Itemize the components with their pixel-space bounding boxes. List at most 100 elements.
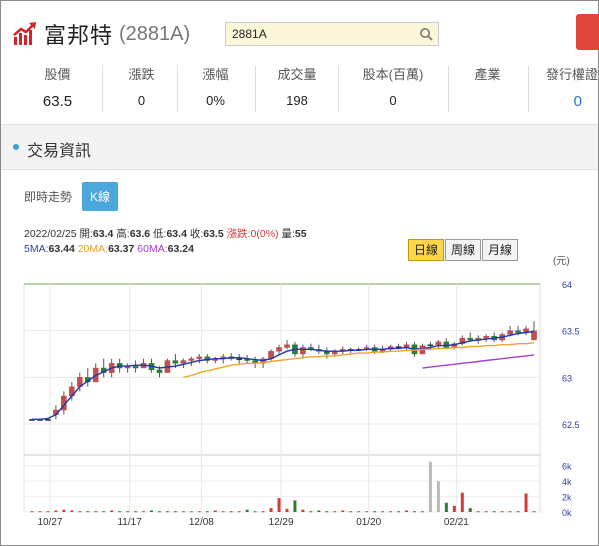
candle-body: [507, 330, 513, 335]
stats-bar: 股價 63.5 漲跌 0 漲幅 0% 成交量 198 股本(百萬) 0 產業 發…: [0, 62, 599, 118]
quote-line-2: 5MA:63.44 20MA:63.37 60MA:63.24: [24, 242, 307, 257]
period-month-button[interactable]: 月線: [482, 239, 519, 261]
divider: [255, 66, 256, 112]
section-header: 交易資訊: [1, 124, 598, 170]
quote-date: 2022/02/25: [24, 228, 77, 240]
volume-bar: [110, 510, 114, 512]
volume-bar: [213, 510, 217, 512]
plot-area: [23, 283, 541, 513]
ma20-value: 63.37: [108, 243, 135, 255]
stat-value[interactable]: 0: [546, 93, 599, 110]
x-tick-label: 02/21: [444, 517, 469, 528]
section-title: 交易資訊: [27, 143, 92, 160]
volume-bar: [500, 511, 504, 513]
volume-bar: [173, 511, 177, 513]
trend-arrow-logo-icon: [13, 22, 36, 45]
divider: [448, 66, 449, 112]
ma20-label: 20MA:: [77, 243, 109, 255]
volume-bar: [181, 511, 185, 513]
stat-industry: 產業: [450, 62, 525, 118]
volume-bar: [309, 511, 313, 513]
period-week-button[interactable]: 周線: [445, 239, 482, 261]
price-tick-label: 62.5: [562, 420, 580, 430]
volume-bar: [452, 505, 456, 512]
candle-body: [45, 419, 51, 421]
x-tick-label: 10/27: [37, 517, 62, 528]
stat-label: 產業: [474, 67, 501, 82]
ma60-value: 63.24: [167, 243, 194, 255]
divider: [528, 66, 529, 112]
volume-bar: [293, 500, 297, 512]
x-tick-label: 12/08: [189, 517, 214, 528]
candle-body: [467, 337, 474, 341]
stat-label: 股本(百萬): [362, 67, 424, 82]
volume-bar: [476, 511, 480, 513]
volume-tick-label: 6k: [562, 462, 572, 472]
close-value: 63.5: [203, 228, 224, 240]
volume-bar: [460, 492, 464, 512]
stat-value: 0: [137, 93, 146, 108]
search-input[interactable]: [226, 23, 418, 45]
tab-kline[interactable]: K線: [82, 181, 119, 211]
stock-header: 富邦特 (2881A): [12, 14, 190, 54]
volume-bar: [285, 508, 289, 512]
volume-bar: [516, 511, 520, 513]
volume-bar: [62, 509, 66, 512]
volume-bar: [157, 511, 161, 513]
volume-bar: [269, 508, 273, 512]
stat-change: 漲跌 0: [104, 62, 179, 118]
volume-bar: [492, 511, 496, 513]
volume-bar: [134, 511, 138, 513]
period-selector: 日線 周線 月線: [408, 239, 519, 261]
volume-bar: [420, 511, 424, 513]
price-tick-label: 63.5: [562, 327, 580, 337]
stat-value: 0: [389, 93, 397, 108]
bullet-icon: [13, 144, 19, 150]
candle-body: [515, 330, 521, 333]
ma-line-60ma: [422, 354, 535, 369]
volume-bar: [245, 509, 249, 512]
volume-value: 55: [294, 228, 307, 240]
volume-bar: [341, 510, 345, 512]
high-value: 63.6: [129, 228, 151, 240]
volume-bar: [118, 511, 122, 513]
stat-warrants[interactable]: 發行權證 0: [546, 62, 599, 118]
volume-bar: [428, 461, 432, 512]
stat-label: 股價: [44, 67, 71, 82]
volume-bar: [381, 511, 385, 513]
volume-bar: [205, 511, 209, 513]
tab-realtime[interactable]: 即時走勢: [24, 188, 72, 205]
divider: [102, 66, 103, 112]
high-label: 高:: [116, 228, 130, 240]
volume-tick-label: 0k: [562, 508, 572, 518]
volume-bar: [86, 511, 90, 513]
volume-bar: [444, 502, 448, 512]
kline-chart[interactable]: 64 63.5 63 62.5 6k 4k 2k 0k 10/27 11/17 12/08 12/29…: [0, 270, 599, 546]
volume-bar: [261, 511, 265, 513]
stat-value: 63.5: [42, 93, 73, 110]
price-unit: (元): [553, 256, 570, 267]
volume-bar: [78, 511, 82, 513]
search-icon[interactable]: [419, 27, 433, 41]
x-tick-label: 12/29: [269, 517, 294, 528]
volume-bar: [237, 511, 241, 513]
candle-body: [236, 358, 242, 361]
volume-bar: [94, 511, 98, 513]
divider: [338, 66, 339, 112]
candle-body: [276, 347, 282, 352]
x-tick-label: 01/20: [356, 517, 381, 528]
stat-volume: 成交量 198: [258, 62, 336, 118]
stat-label: 發行權證: [546, 67, 599, 82]
stock-name: 富邦特: [44, 23, 114, 48]
stat-value: 0%: [206, 93, 225, 108]
volume-bar: [102, 511, 106, 513]
low-label: 低:: [153, 228, 167, 240]
period-day-button[interactable]: 日線: [408, 239, 445, 261]
open-label: 開:: [79, 228, 93, 240]
volume-bar: [126, 511, 130, 513]
volume-bar: [229, 511, 233, 513]
volume-bar: [30, 511, 34, 513]
volume-tick-label: 4k: [562, 477, 572, 487]
red-action-button[interactable]: [576, 14, 599, 50]
quote-line-1: 2022/02/25 開:63.4 高:63.6 低:63.4 收:63.5 漲…: [24, 227, 307, 242]
